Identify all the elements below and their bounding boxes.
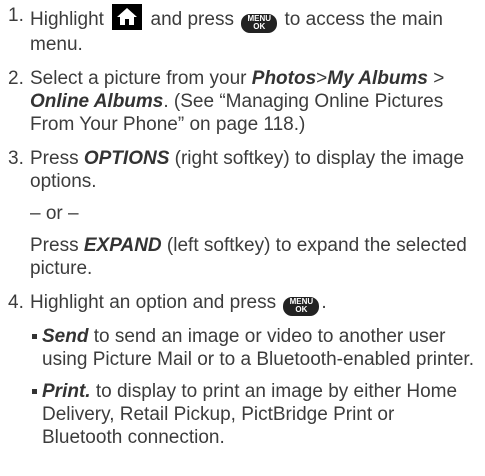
- step-1: 1. Highlight and press MENU OK to access …: [8, 4, 443, 55]
- options-softkey-label: OPTIONS: [83, 148, 170, 169]
- step-2: 2. Select a picture from your Photos>My …: [8, 68, 445, 135]
- step-number: 2.: [8, 68, 24, 89]
- menu-path-my-albums: My Albums: [327, 68, 428, 89]
- expand-softkey-label: EXPAND: [83, 235, 162, 256]
- bullet-icon: [32, 334, 37, 339]
- home-icon: [112, 4, 143, 30]
- instruction-page: 1. Highlight and press MENU OK to access …: [0, 0, 485, 476]
- step-number: 3.: [8, 148, 24, 169]
- list-item: Send to send an image or video to anothe…: [8, 325, 475, 371]
- step-3: 3. Press OPTIONS (right softkey) to disp…: [8, 148, 465, 192]
- menu-ok-key-icon: MENU OK: [283, 297, 320, 316]
- or-separator: – or –: [30, 203, 79, 224]
- step-4: 4. Highlight an option and press MENU OK.: [8, 292, 327, 316]
- menu-ok-key-icon: MENU OK: [241, 14, 278, 33]
- step-3-alternative: Press EXPAND (left softkey) to expand th…: [30, 235, 467, 279]
- bullet-icon: [32, 389, 37, 394]
- step-number: 1.: [8, 5, 24, 26]
- menu-path-photos: Photos: [251, 68, 317, 89]
- list-item: Print. to display to print an image by e…: [8, 380, 475, 449]
- step-number: 4.: [8, 292, 24, 313]
- menu-path-online-albums: Online Albums: [30, 91, 164, 112]
